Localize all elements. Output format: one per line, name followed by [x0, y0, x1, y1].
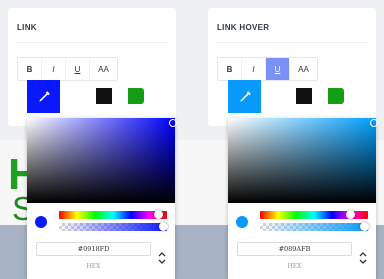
- color-preview-dot: [236, 216, 248, 228]
- swatch-green[interactable]: [328, 88, 344, 104]
- chevron-up-down-icon[interactable]: [358, 250, 368, 266]
- color-preview-dot: [35, 216, 47, 228]
- alpha-slider-thumb[interactable]: [159, 222, 168, 231]
- color-picker-button[interactable]: [228, 80, 261, 113]
- swatch-green[interactable]: [128, 88, 144, 104]
- divider: [15, 42, 169, 43]
- uppercase-button[interactable]: AA: [290, 58, 317, 80]
- hue-slider[interactable]: [59, 210, 167, 219]
- color-swatches: [280, 88, 344, 104]
- divider: [215, 42, 369, 43]
- card-title: LINK HOVER: [217, 23, 270, 32]
- saturation-handle[interactable]: [169, 119, 177, 127]
- hex-label: HEX: [86, 263, 101, 270]
- hex-input[interactable]: [36, 242, 151, 256]
- saturation-area[interactable]: [228, 118, 378, 203]
- saturation-area[interactable]: [27, 118, 177, 203]
- bold-button[interactable]: B: [218, 58, 242, 80]
- hex-input[interactable]: [237, 242, 352, 256]
- card-title: LINK: [17, 23, 37, 32]
- italic-button[interactable]: I: [42, 58, 66, 80]
- alpha-slider-thumb[interactable]: [360, 222, 369, 231]
- swatch-white[interactable]: [80, 88, 96, 104]
- uppercase-button[interactable]: AA: [90, 58, 117, 80]
- saturation-handle[interactable]: [370, 119, 378, 127]
- color-swatches: [80, 88, 144, 104]
- swatch-white[interactable]: [280, 88, 296, 104]
- hue-slider-thumb[interactable]: [346, 210, 355, 219]
- text-format-toolbar: B I U AA: [217, 57, 318, 81]
- bold-button[interactable]: B: [18, 58, 42, 80]
- hue-slider[interactable]: [260, 210, 368, 219]
- alpha-slider[interactable]: [59, 222, 168, 231]
- eyedropper-icon: [239, 90, 251, 102]
- swatch-white[interactable]: [312, 88, 328, 104]
- swatch-black[interactable]: [296, 88, 312, 104]
- swatch-white[interactable]: [112, 88, 128, 104]
- text-format-toolbar: B I U AA: [17, 57, 118, 81]
- color-picker-popover: HEX: [228, 118, 378, 279]
- alpha-slider[interactable]: [260, 222, 369, 231]
- underline-button[interactable]: U: [266, 58, 290, 80]
- eyedropper-icon: [38, 90, 50, 102]
- chevron-up-down-icon[interactable]: [157, 250, 167, 266]
- swatch-black[interactable]: [96, 88, 112, 104]
- underline-button[interactable]: U: [66, 58, 90, 80]
- color-picker-popover: HEX: [27, 118, 177, 279]
- hue-slider-thumb[interactable]: [154, 210, 163, 219]
- hex-label: HEX: [287, 263, 302, 270]
- color-picker-button[interactable]: [27, 80, 60, 113]
- italic-button[interactable]: I: [242, 58, 266, 80]
